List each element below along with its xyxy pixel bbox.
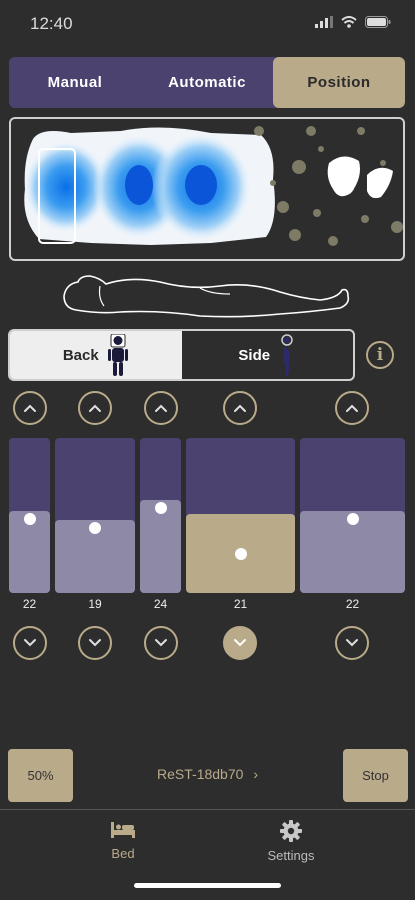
chevron-up-icon xyxy=(346,404,358,412)
zone-down-button[interactable] xyxy=(335,626,369,660)
chevron-down-icon xyxy=(346,639,358,647)
nav-bed-label: Bed xyxy=(111,846,135,861)
pressure-heatmap xyxy=(24,126,403,246)
chevron-up-icon xyxy=(24,404,36,412)
chevron-right-icon: › xyxy=(253,766,258,782)
battery-icon xyxy=(365,16,391,28)
zone-value-label: 19 xyxy=(88,597,102,611)
zone-down-button[interactable] xyxy=(13,626,47,660)
zone-knob[interactable] xyxy=(346,512,359,525)
zone-down-button[interactable] xyxy=(144,626,178,660)
nav-bed[interactable]: Bed xyxy=(63,820,183,861)
back-label: Back xyxy=(62,346,99,364)
chevron-down-icon xyxy=(234,639,246,647)
zone-bar[interactable] xyxy=(186,438,295,593)
zone-bar[interactable] xyxy=(140,438,181,593)
zone-knob[interactable] xyxy=(23,512,36,525)
zone-bar[interactable] xyxy=(55,438,135,593)
zone-up-button[interactable] xyxy=(144,391,178,425)
zone-up-button[interactable] xyxy=(335,391,369,425)
status-time: 12:40 xyxy=(30,14,73,33)
zone-value-label: 22 xyxy=(345,597,360,611)
person-back-icon xyxy=(107,334,128,376)
chevron-up-icon xyxy=(234,404,246,412)
tab-automatic[interactable]: Automatic xyxy=(141,57,273,108)
chevron-up-icon xyxy=(89,404,101,412)
device-label: ReST-18db70 xyxy=(157,766,244,782)
body-outline-icon xyxy=(63,275,350,318)
zone-value-label: 21 xyxy=(233,597,248,611)
zone-down-button[interactable] xyxy=(78,626,112,660)
stop-button[interactable]: Stop xyxy=(343,749,408,802)
zone-knob[interactable] xyxy=(154,502,167,514)
nav-settings[interactable]: Settings xyxy=(231,820,351,863)
position-toggle: Back Side xyxy=(8,329,355,381)
side-label: Side xyxy=(238,346,271,364)
side-option[interactable]: Side xyxy=(182,331,354,379)
tab-bar-divider xyxy=(0,809,415,810)
signal-icon xyxy=(315,16,333,28)
chevron-up-icon xyxy=(155,404,167,412)
mode-tabs: Manual Automatic Position xyxy=(9,57,405,108)
zone-value-label: 22 xyxy=(22,597,37,611)
pressure-map xyxy=(9,117,405,261)
bed-icon xyxy=(111,822,135,838)
home-indicator xyxy=(134,883,281,888)
back-option[interactable]: Back xyxy=(10,331,182,379)
status-icons xyxy=(315,16,391,28)
zone-value-label: 24 xyxy=(153,597,168,611)
wifi-icon xyxy=(341,16,357,28)
info-button[interactable]: i xyxy=(366,341,394,369)
chevron-down-icon xyxy=(24,639,36,647)
tab-manual[interactable]: Manual xyxy=(9,57,141,108)
zone-down-button[interactable] xyxy=(223,626,257,660)
tab-position[interactable]: Position xyxy=(273,57,405,108)
zone-bar[interactable] xyxy=(9,438,50,593)
zone-knob[interactable] xyxy=(234,547,247,560)
zone-up-button[interactable] xyxy=(78,391,112,425)
zone-bar[interactable] xyxy=(300,438,405,593)
person-side-icon xyxy=(281,334,293,376)
gear-icon xyxy=(280,820,302,842)
zone-up-button[interactable] xyxy=(223,391,257,425)
zone-up-button[interactable] xyxy=(13,391,47,425)
chevron-down-icon xyxy=(155,639,167,647)
chevron-down-icon xyxy=(89,639,101,647)
nav-settings-label: Settings xyxy=(267,848,315,863)
